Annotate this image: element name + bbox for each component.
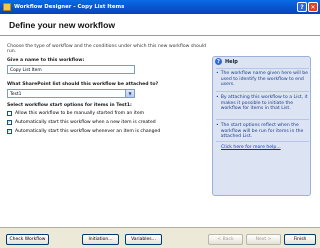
wizard-footer: Check Workflow Initiation... Variables..… [0, 227, 320, 248]
wizard-header: Define your new workflow [0, 14, 320, 36]
help-item: • By attaching this workflow to a List, … [216, 95, 309, 112]
help-item: • The workflow name given here will be u… [216, 71, 309, 88]
close-icon: ✕ [310, 3, 316, 11]
question-mark-icon: ? [300, 3, 304, 11]
workflow-app-icon [3, 3, 11, 11]
intro-text: Choose the type of workflow and the cond… [7, 44, 207, 54]
finish-button[interactable]: Finish [284, 234, 316, 245]
checkmark-icon: ✓ [7, 119, 12, 125]
list-label: What SharePoint list should this workflo… [7, 82, 159, 87]
chevron-down-icon[interactable]: ▼ [125, 90, 134, 97]
window-titlebar[interactable]: Workflow Designer - Copy List Items ? ✕ [0, 0, 320, 14]
help-divider [216, 141, 309, 142]
initiation-button[interactable]: Initiation... [82, 234, 119, 245]
list-select-value: Test1 [10, 91, 22, 97]
option-manual-start[interactable]: Allow this workflow to be manually start… [7, 111, 144, 116]
start-on-change-checkbox[interactable]: ✓ [7, 129, 12, 134]
bullet-icon: • [216, 95, 219, 100]
next-button[interactable]: Next > [246, 234, 281, 245]
help-title: Help [225, 58, 238, 65]
checkmark-icon: ✓ [7, 128, 12, 134]
help-header: ? Help [215, 58, 238, 65]
workflow-name-value: Copy List Item [10, 67, 42, 73]
manual-start-checkbox[interactable] [7, 111, 12, 116]
start-on-change-label: Automatically start this workflow whenev… [15, 129, 161, 134]
list-select[interactable]: Test1 ▼ [7, 89, 135, 98]
bullet-icon: • [216, 71, 219, 76]
start-on-create-label: Automatically start this workflow when a… [15, 120, 156, 125]
help-divider [216, 119, 309, 120]
close-button[interactable]: ✕ [308, 2, 318, 12]
manual-start-label: Allow this workflow to be manually start… [15, 111, 145, 116]
back-button[interactable]: < Back [208, 234, 243, 245]
workflow-name-input[interactable]: Copy List Item [7, 65, 135, 74]
option-start-on-change[interactable]: ✓ Automatically start this workflow when… [7, 129, 160, 134]
window-controls: ? ✕ [297, 2, 318, 12]
help-title-button[interactable]: ? [297, 2, 307, 12]
window-title: Workflow Designer - Copy List Items [14, 4, 125, 10]
help-item: • The start options reflect when the wor… [216, 123, 309, 140]
check-workflow-button[interactable]: Check Workflow [6, 234, 49, 245]
help-divider [216, 68, 309, 69]
help-item-text: The workflow name given here will be use… [220, 71, 308, 88]
option-start-on-create[interactable]: ✓ Automatically start this workflow when… [7, 120, 156, 125]
bullet-icon: • [216, 123, 219, 128]
workflow-name-label: Give a name to this workflow: [7, 58, 85, 63]
start-on-create-checkbox[interactable]: ✓ [7, 120, 12, 125]
variables-button[interactable]: Variables... [125, 234, 162, 245]
page-title: Define your new workflow [9, 20, 116, 30]
help-divider [216, 91, 309, 92]
help-icon: ? [215, 58, 222, 65]
help-item-text: By attaching this workflow to a List, it… [220, 95, 308, 112]
help-item-text: The start options reflect when the workf… [220, 123, 304, 140]
more-help-link[interactable]: Click here for more help... [221, 145, 281, 150]
wizard-body: Choose the type of workflow and the cond… [0, 36, 320, 227]
help-panel: ? Help • The workflow name given here wi… [212, 56, 311, 196]
start-options-label: Select workflow start options for items … [7, 103, 132, 108]
